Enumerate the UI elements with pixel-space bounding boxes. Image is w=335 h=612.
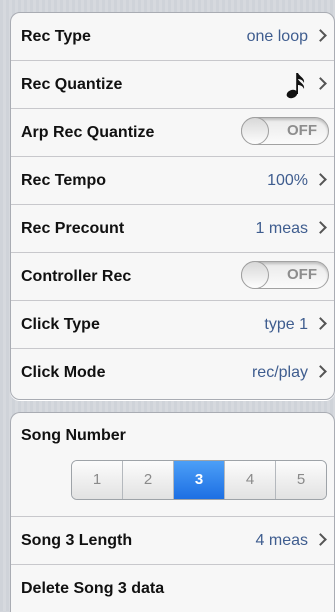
chevron-right-icon [314, 365, 327, 378]
click-mode-row[interactable]: Click Mode rec/play [11, 349, 334, 397]
click-mode-value: rec/play [251, 364, 308, 381]
song-segment-5[interactable]: 5 [276, 461, 326, 499]
song-number-label: Song Number [21, 427, 126, 444]
song-settings-screen: Rec Type one loop Rec Quantize Arp Rec Q… [0, 0, 335, 612]
song-segment-4[interactable]: 4 [225, 461, 276, 499]
rec-tempo-value: 100% [267, 172, 308, 189]
click-type-value: type 1 [264, 316, 308, 333]
rec-quantize-label: Rec Quantize [21, 76, 123, 93]
song-segment-2[interactable]: 2 [123, 461, 174, 499]
rec-precount-value: 1 meas [255, 220, 308, 237]
rec-tempo-label: Rec Tempo [21, 172, 107, 189]
toggle-knob [241, 261, 269, 289]
click-type-label: Click Type [21, 316, 100, 333]
rec-precount-row[interactable]: Rec Precount 1 meas [11, 205, 334, 253]
rec-tempo-row[interactable]: Rec Tempo 100% [11, 157, 334, 205]
sixteenth-note-icon [286, 73, 305, 99]
song-number-row: Song Number 1 2 3 4 5 [11, 413, 334, 517]
chevron-right-icon [314, 533, 327, 546]
chevron-right-icon [314, 29, 327, 42]
song-number-segmented-control: 1 2 3 4 5 [71, 460, 327, 500]
arp-rec-quantize-row: Arp Rec Quantize OFF [11, 109, 334, 157]
chevron-right-icon [314, 77, 327, 90]
song-length-row[interactable]: Song 3 Length 4 meas [11, 517, 334, 565]
song-segment-1[interactable]: 1 [72, 461, 123, 499]
song-length-label: Song 3 Length [21, 532, 133, 549]
click-mode-label: Click Mode [21, 364, 106, 381]
chevron-right-icon [314, 173, 327, 186]
controller-rec-toggle[interactable]: OFF [241, 261, 329, 289]
rec-precount-label: Rec Precount [21, 220, 125, 237]
delete-song-label: Delete Song 3 data [21, 580, 165, 597]
arp-rec-quantize-label: Arp Rec Quantize [21, 124, 155, 141]
chevron-right-icon [314, 221, 327, 234]
delete-song-row[interactable]: Delete Song 3 data [11, 565, 334, 612]
song-length-value: 4 meas [255, 532, 308, 549]
arp-rec-quantize-toggle[interactable]: OFF [241, 117, 329, 145]
rec-type-label: Rec Type [21, 28, 91, 45]
controller-rec-row: Controller Rec OFF [11, 253, 334, 301]
toggle-state-text: OFF [287, 266, 317, 283]
click-type-row[interactable]: Click Type type 1 [11, 301, 334, 349]
recording-settings-group: Rec Type one loop Rec Quantize Arp Rec Q… [10, 12, 335, 400]
controller-rec-label: Controller Rec [21, 268, 132, 285]
rec-type-value: one loop [246, 28, 308, 45]
song-segment-3[interactable]: 3 [174, 461, 225, 499]
song-settings-group: Song Number 1 2 3 4 5 Song 3 Length 4 me… [10, 412, 335, 612]
toggle-knob [241, 117, 269, 145]
toggle-state-text: OFF [287, 122, 317, 139]
rec-type-row[interactable]: Rec Type one loop [11, 13, 334, 61]
chevron-right-icon [314, 317, 327, 330]
rec-quantize-row[interactable]: Rec Quantize [11, 61, 334, 109]
